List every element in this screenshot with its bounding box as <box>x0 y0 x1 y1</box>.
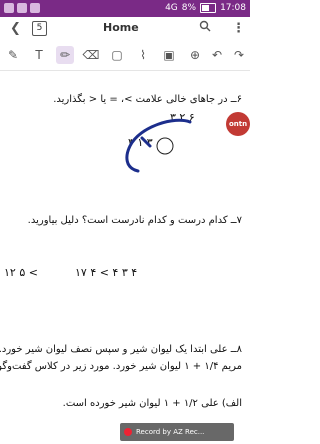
question7-text: ۷ــ کدام درست و کدام نادرست است؟ دلیل بی… <box>27 215 242 226</box>
battery-percent: 8% <box>181 3 197 13</box>
select-tool-icon[interactable]: ✎ <box>4 46 22 64</box>
status-bar: 4G 8% 17:08 <box>0 0 250 17</box>
back-arrow-icon[interactable]: ❮ <box>10 21 21 36</box>
question8-line2: مریم ۱/۴ + ۱ لیوان شیر خورد. مورد زیر در… <box>0 361 242 372</box>
note-page: ۶ــ در جاهای خالی علامت >، = یا < بگذاری… <box>0 71 250 444</box>
app-notification-icon <box>17 3 27 13</box>
image-tool-icon[interactable]: ▣ <box>160 46 178 64</box>
question8-line1: ۸ــ علی ابتدا یک لیوان شیر و سپس نصف لیو… <box>0 344 242 355</box>
notebook-title[interactable]: Home <box>103 21 139 34</box>
expression-left: ۱۲ ۵ < <box>4 266 38 279</box>
search-icon[interactable] <box>199 20 211 32</box>
undo-icon[interactable]: ↶ <box>208 46 226 64</box>
more-options-icon[interactable]: ⋮ <box>232 21 245 36</box>
record-icon <box>124 428 132 436</box>
app-notification-icon <box>4 3 14 13</box>
recording-indicator[interactable]: Record by AZ Rec... <box>120 423 234 441</box>
app-notification-icon <box>30 3 40 13</box>
page-count[interactable]: 5 <box>32 21 47 36</box>
eraser-tool-icon[interactable]: ⌫ <box>82 46 100 64</box>
question8-line3: الف) علی ۱/۲ + ۱ لیوان شیر خورده است. <box>62 398 242 409</box>
clock: 17:08 <box>220 3 246 13</box>
top-navbar: ❮ 5 Home ⋮ <box>0 17 250 40</box>
question6-text: ۶ــ در جاهای خالی علامت >، = یا < بگذاری… <box>53 94 242 105</box>
pen-tool-icon[interactable]: ✏ <box>56 46 74 64</box>
recorder-label: Record by AZ Rec... <box>136 428 205 436</box>
add-tool-icon[interactable]: ⊕ <box>186 46 204 64</box>
redo-icon[interactable]: ↷ <box>230 46 248 64</box>
battery-icon <box>200 3 217 13</box>
drawing-toolbar: ✎ T ✏ ⌫ ▢ ⌇ ▣ ⊕ ↶ ↷ <box>0 40 250 71</box>
shape-tool-icon[interactable]: ▢ <box>108 46 126 64</box>
text-tool-icon[interactable]: T <box>30 46 48 64</box>
signal-label: 4G <box>165 3 178 13</box>
expression-right: ۱۷ ۴ < ۴ ۳ ۴ <box>75 266 138 279</box>
handwriting-annotation <box>125 118 192 173</box>
channel-logo-badge: ontn <box>226 112 250 136</box>
lasso-tool-icon[interactable]: ⌇ <box>134 46 152 64</box>
